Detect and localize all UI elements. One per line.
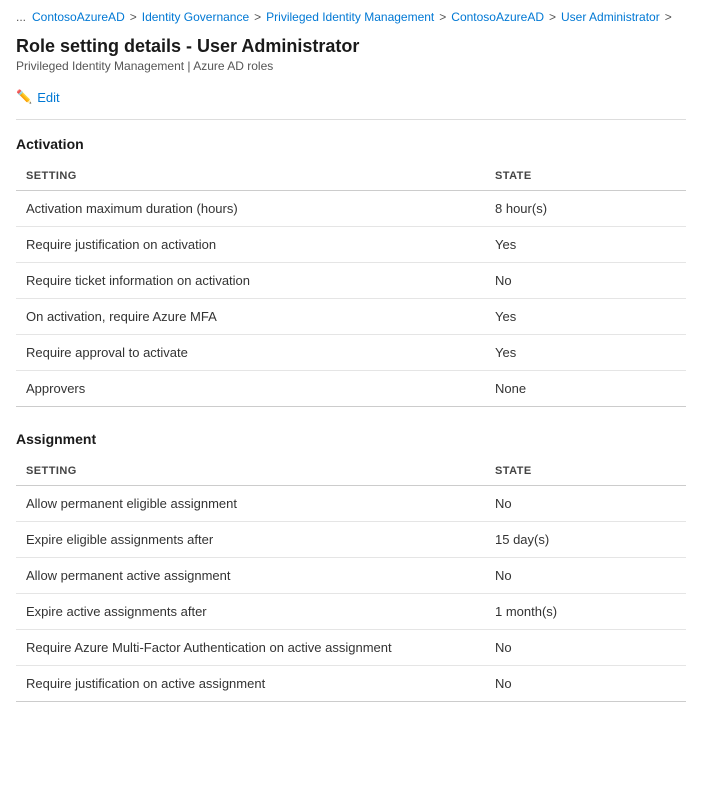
section-divider [16,119,686,120]
activation-row: Require justification on activation Yes [16,227,686,263]
assignment-row: Require Azure Multi-Factor Authenticatio… [16,630,686,666]
assignment-setting-5: Require justification on active assignme… [16,666,485,702]
assignment-setting-4: Require Azure Multi-Factor Authenticatio… [16,630,485,666]
breadcrumb-dots: ... [16,10,26,24]
page-title: Role setting details - User Administrato… [16,36,686,57]
assignment-table: SETTING STATE Allow permanent eligible a… [16,457,686,702]
assignment-col-state: STATE [485,457,686,486]
activation-row: Activation maximum duration (hours) 8 ho… [16,191,686,227]
breadcrumb-link-3[interactable]: ContosoAzureAD [451,10,544,24]
edit-label: Edit [37,90,59,105]
assignment-setting-2: Allow permanent active assignment [16,558,485,594]
breadcrumb-link-4[interactable]: User Administrator [561,10,660,24]
assignment-setting-1: Expire eligible assignments after [16,522,485,558]
activation-setting-1: Require justification on activation [16,227,485,263]
breadcrumb-link-2[interactable]: Privileged Identity Management [266,10,434,24]
activation-setting-3: On activation, require Azure MFA [16,299,485,335]
activation-state-3: Yes [485,299,686,335]
breadcrumb-sep-2: > [439,10,446,24]
activation-state-0: 8 hour(s) [485,191,686,227]
breadcrumb-link-1[interactable]: Identity Governance [142,10,249,24]
activation-setting-0: Activation maximum duration (hours) [16,191,485,227]
activation-row: On activation, require Azure MFA Yes [16,299,686,335]
activation-row: Require ticket information on activation… [16,263,686,299]
activation-state-1: Yes [485,227,686,263]
breadcrumb: ... ContosoAzureAD > Identity Governance… [0,0,702,32]
breadcrumb-sep-0: > [130,10,137,24]
activation-setting-4: Require approval to activate [16,335,485,371]
assignment-state-5: No [485,666,686,702]
activation-row: Approvers None [16,371,686,407]
activation-setting-5: Approvers [16,371,485,407]
activation-col-setting: SETTING [16,162,485,191]
edit-button[interactable]: ✏️ Edit [16,85,60,109]
activation-state-5: None [485,371,686,407]
edit-icon: ✏️ [16,89,32,105]
breadcrumb-sep-1: > [254,10,261,24]
assignment-state-1: 15 day(s) [485,522,686,558]
breadcrumb-link-0[interactable]: ContosoAzureAD [32,10,125,24]
assignment-col-setting: SETTING [16,457,485,486]
assignment-state-3: 1 month(s) [485,594,686,630]
assignment-state-4: No [485,630,686,666]
assignment-row: Expire active assignments after 1 month(… [16,594,686,630]
activation-section-title: Activation [16,136,686,152]
activation-setting-2: Require ticket information on activation [16,263,485,299]
breadcrumb-sep-4: > [665,10,672,24]
activation-state-2: No [485,263,686,299]
assignment-state-2: No [485,558,686,594]
assignment-row: Allow permanent eligible assignment No [16,486,686,522]
page-subtitle: Privileged Identity Management | Azure A… [16,59,686,73]
assignment-row: Allow permanent active assignment No [16,558,686,594]
assignment-section-title: Assignment [16,431,686,447]
activation-row: Require approval to activate Yes [16,335,686,371]
page-content: Role setting details - User Administrato… [0,32,702,750]
assignment-state-0: No [485,486,686,522]
assignment-setting-3: Expire active assignments after [16,594,485,630]
assignment-setting-0: Allow permanent eligible assignment [16,486,485,522]
activation-state-4: Yes [485,335,686,371]
activation-col-state: STATE [485,162,686,191]
assignment-row: Require justification on active assignme… [16,666,686,702]
assignment-row: Expire eligible assignments after 15 day… [16,522,686,558]
activation-table: SETTING STATE Activation maximum duratio… [16,162,686,407]
breadcrumb-sep-3: > [549,10,556,24]
